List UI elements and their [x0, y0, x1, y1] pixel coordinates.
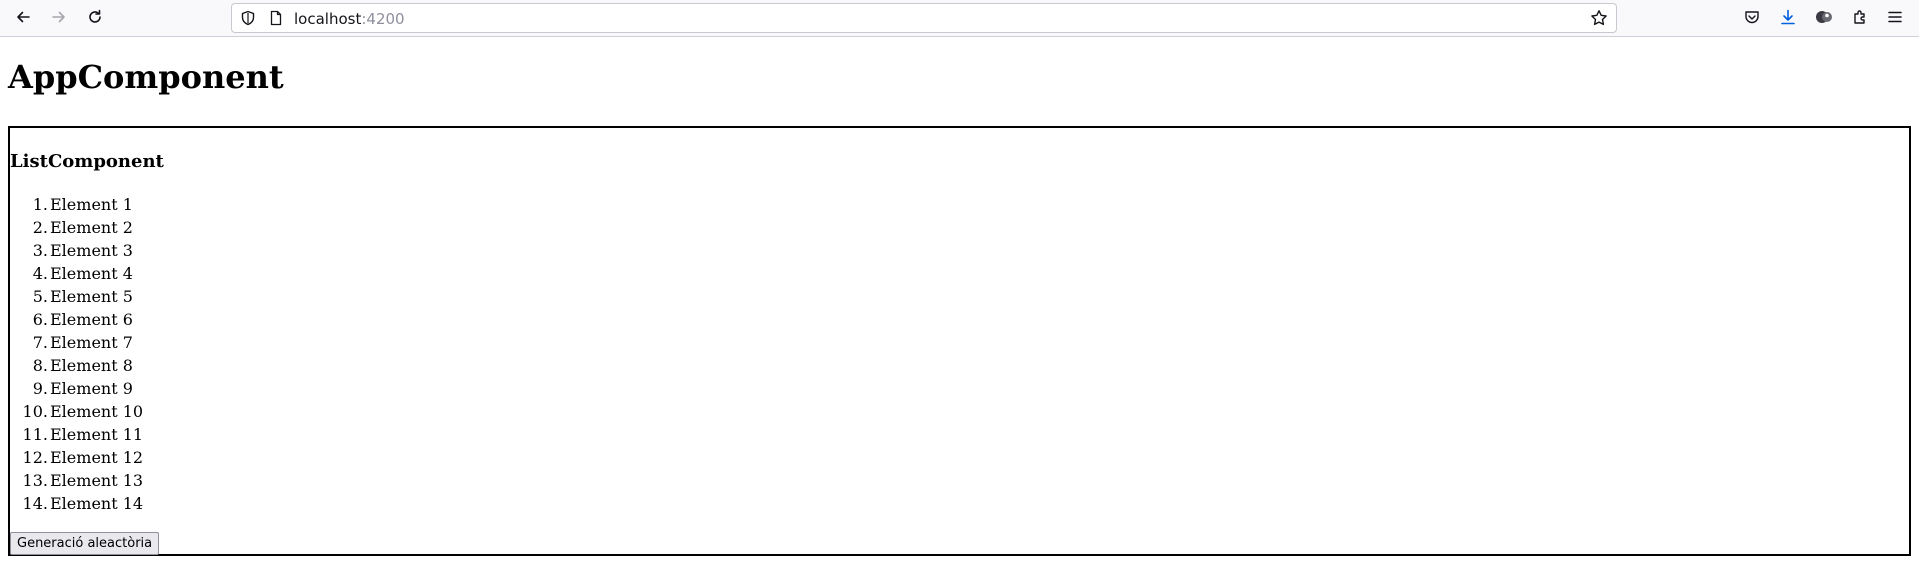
- shield-icon[interactable]: [240, 10, 256, 26]
- account-button[interactable]: [1809, 4, 1839, 30]
- back-icon: [17, 11, 30, 23]
- list-item-label: Element 7: [50, 333, 133, 352]
- list-item-number: 7.: [32, 333, 48, 352]
- forward-icon: [52, 11, 65, 23]
- list-item-number: 3.: [32, 241, 48, 260]
- list-item-number: 4.: [32, 264, 48, 283]
- reload-button[interactable]: [80, 4, 110, 30]
- list-item-label: Element 2: [50, 218, 133, 237]
- list-item-number: 5.: [32, 287, 48, 306]
- list-item-label: Element 13: [50, 471, 144, 490]
- list-item-number: 1.: [32, 195, 48, 214]
- url-host: localhost: [294, 10, 362, 28]
- browser-toolbar: localhost:4200: [0, 0, 1919, 37]
- list-item-number: 9.: [32, 379, 48, 398]
- menu-icon: [1888, 11, 1902, 23]
- list-item-label: Element 12: [50, 448, 144, 467]
- extensions-button[interactable]: [1845, 4, 1875, 30]
- random-generation-button[interactable]: Generació aleactòria: [10, 532, 160, 555]
- downloads-button[interactable]: [1773, 4, 1803, 30]
- pocket-button[interactable]: [1737, 4, 1767, 30]
- list-item-label: Element 10: [50, 402, 144, 421]
- menu-button[interactable]: [1880, 4, 1910, 30]
- list-component: ListComponent 1. Element 1 2. Element 2 3.…: [8, 126, 1911, 556]
- list-title: ListComponent: [10, 151, 164, 172]
- list-item-label: Element 11: [50, 425, 144, 444]
- back-button[interactable]: [8, 4, 38, 30]
- list-item-number: 11.: [22, 425, 48, 444]
- page-icon[interactable]: [268, 10, 284, 26]
- reload-icon: [89, 9, 101, 23]
- extensions-icon: [1854, 10, 1865, 24]
- url-text[interactable]: localhost:4200: [294, 10, 405, 28]
- list-item-number: 2.: [32, 218, 48, 237]
- list-item-label: Element 6: [50, 310, 133, 329]
- list-item-label: Element 1: [50, 195, 133, 214]
- url-port: :4200: [361, 10, 405, 28]
- list-item-label: Element 8: [50, 356, 133, 375]
- list-item-label: Element 9: [50, 379, 133, 398]
- pocket-icon: [1745, 11, 1759, 24]
- list-item-label: Element 5: [50, 287, 133, 306]
- list-item-number: 8.: [32, 356, 48, 375]
- app-title: AppComponent: [8, 58, 284, 96]
- address-bar[interactable]: localhost:4200: [231, 3, 1617, 33]
- forward-button[interactable]: [44, 4, 74, 30]
- list-item-number: 14.: [22, 494, 48, 513]
- list-item-label: Element 14: [50, 494, 144, 513]
- list-item-label: Element 4: [50, 264, 133, 283]
- list-item-number: 6.: [32, 310, 48, 329]
- download-icon: [1781, 9, 1795, 25]
- account-icon: [1816, 11, 1832, 23]
- list-item-number: 12.: [22, 448, 48, 467]
- list-item-number: 10.: [22, 402, 48, 421]
- star-icon[interactable]: [1590, 9, 1608, 27]
- list-item-label: Element 3: [50, 241, 133, 260]
- list-item-number: 13.: [22, 471, 48, 490]
